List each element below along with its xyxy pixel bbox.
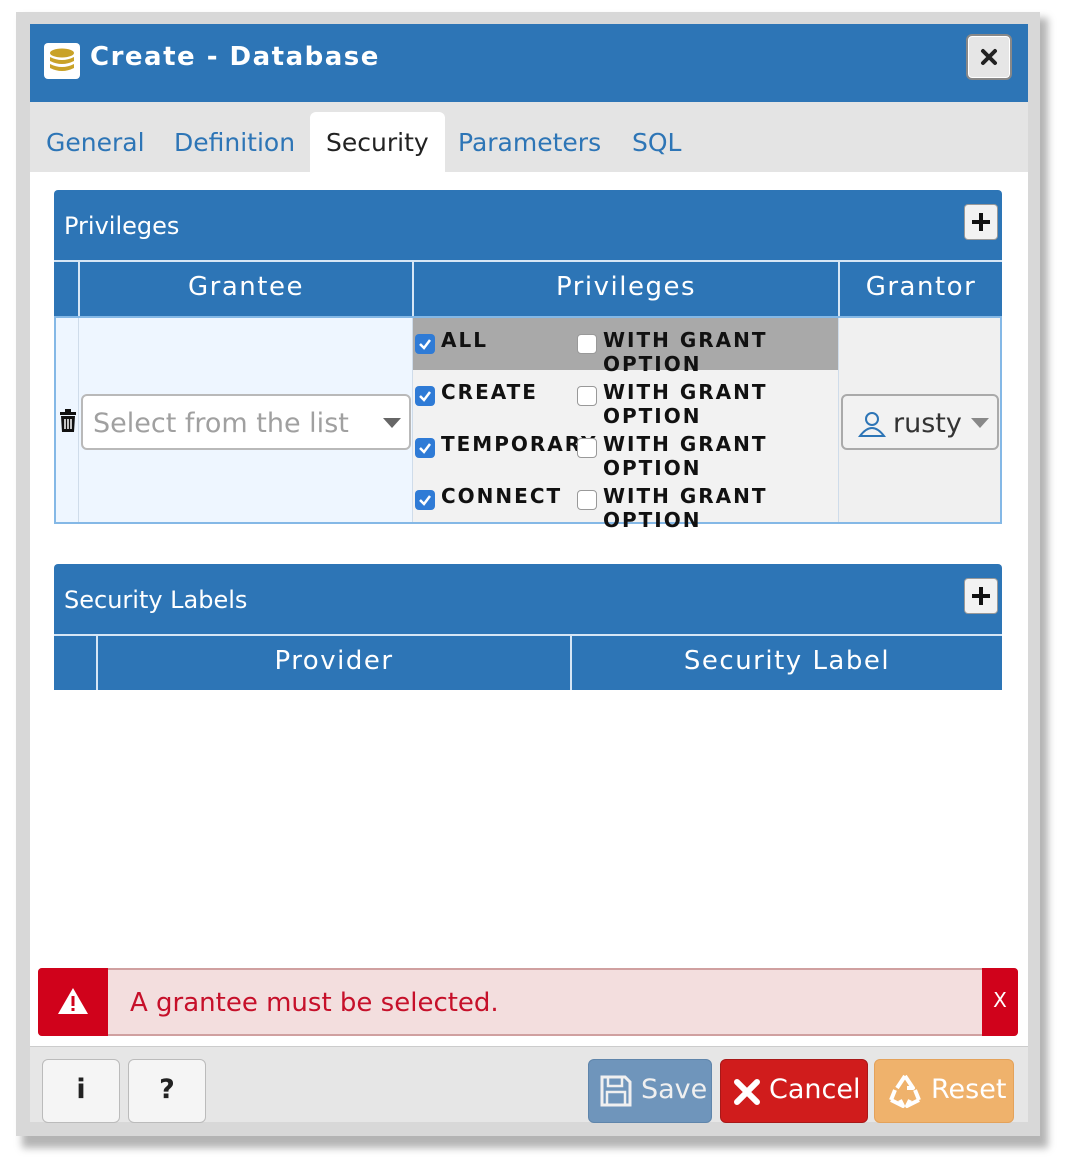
tab-security[interactable]: Security — [310, 112, 445, 172]
user-icon — [857, 410, 887, 445]
dialog-title: Create - Database — [90, 42, 380, 72]
title-bar[interactable]: Create - Database — [30, 24, 1028, 102]
trash-icon[interactable] — [58, 408, 78, 438]
recycle-icon — [885, 1072, 925, 1117]
help-button[interactable]: ? — [128, 1059, 206, 1123]
security-labels-action-column-header — [54, 634, 96, 690]
dialog-content: Create - Database General Definition Sec… — [30, 24, 1028, 1123]
tab-general[interactable]: General — [46, 102, 145, 172]
info-button[interactable]: i — [42, 1059, 120, 1123]
dialog-footer: i ? Save Cancel Reset — [30, 1046, 1028, 1123]
security-labels-panel-header: Security Labels — [54, 564, 1002, 634]
privilege-row: Select from the list ALL WITH GRANT OPTI… — [54, 316, 1002, 532]
privilege-item-connect: CONNECT WITH GRANT OPTION — [413, 474, 838, 532]
provider-column-header: Provider — [96, 634, 570, 690]
privilege-checkbox-all[interactable] — [415, 334, 435, 354]
grant-option-checkbox-create[interactable] — [577, 386, 597, 406]
privileges-panel-title: Privileges — [64, 212, 180, 240]
grantee-cell: Select from the list — [78, 318, 412, 522]
help-icon: ? — [159, 1074, 175, 1105]
alert-message: A grantee must be selected. — [130, 988, 499, 1018]
privilege-checkbox-create[interactable] — [415, 386, 435, 406]
create-database-dialog: Create - Database General Definition Sec… — [16, 12, 1040, 1136]
add-privilege-button[interactable] — [964, 204, 998, 240]
privilege-item-temporary: TEMPORARY WITH GRANT OPTION — [413, 422, 838, 480]
privileges-panel: Privileges Grantee Privileges Grantor Se… — [54, 190, 1002, 532]
caret-down-icon — [971, 418, 989, 428]
x-icon — [733, 1078, 761, 1113]
privilege-checkbox-temporary[interactable] — [415, 438, 435, 458]
privilege-label-all: ALL — [441, 328, 488, 352]
grant-option-label-connect: WITH GRANT OPTION — [603, 484, 768, 532]
grantor-column-header: Grantor — [838, 260, 1002, 316]
privileges-panel-header: Privileges — [54, 190, 1002, 260]
privileges-column-header: Privileges — [412, 260, 838, 316]
grantor-select[interactable]: rusty — [841, 394, 999, 450]
close-button[interactable] — [966, 34, 1012, 80]
cancel-label: Cancel — [769, 1074, 861, 1105]
cancel-button[interactable]: Cancel — [720, 1059, 868, 1123]
save-icon — [599, 1074, 633, 1115]
grant-option-label-temporary: WITH GRANT OPTION — [603, 432, 768, 480]
add-icon — [972, 213, 990, 231]
grant-option-checkbox-all[interactable] — [577, 334, 597, 354]
grantee-select[interactable]: Select from the list — [81, 394, 411, 450]
privileges-action-column-header — [54, 260, 78, 316]
privilege-item-all: ALL WITH GRANT OPTION — [413, 318, 838, 376]
privilege-item-create: CREATE WITH GRANT OPTION — [413, 370, 838, 428]
grant-option-checkbox-temporary[interactable] — [577, 438, 597, 458]
tab-definition[interactable]: Definition — [174, 102, 295, 172]
alert-close-button[interactable]: X — [982, 968, 1018, 1036]
privilege-checkbox-connect[interactable] — [415, 490, 435, 510]
close-icon — [981, 49, 997, 65]
security-labels-panel: Security Labels Provider Security Label — [54, 564, 1002, 694]
tab-bar: General Definition Security Parameters S… — [30, 102, 1028, 172]
caret-down-icon — [383, 418, 401, 428]
reset-button[interactable]: Reset — [874, 1059, 1014, 1123]
privilege-label-temporary: TEMPORARY — [441, 432, 598, 456]
tab-sql[interactable]: SQL — [632, 102, 681, 172]
alert-icon-box — [38, 968, 108, 1036]
privileges-cell: ALL WITH GRANT OPTION CREATE WITH GRANT … — [412, 318, 838, 532]
grant-option-label-all: WITH GRANT OPTION — [603, 328, 768, 376]
grantor-cell: rusty — [838, 318, 1000, 522]
security-labels-panel-title: Security Labels — [64, 586, 248, 614]
grantee-column-header: Grantee — [78, 260, 412, 316]
grantee-placeholder: Select from the list — [93, 408, 349, 439]
save-label: Save — [641, 1074, 708, 1105]
reset-label: Reset — [931, 1074, 1007, 1105]
privilege-label-create: CREATE — [441, 380, 538, 404]
save-button[interactable]: Save — [588, 1059, 712, 1123]
grantor-value: rusty — [893, 408, 962, 439]
privilege-label-connect: CONNECT — [441, 484, 563, 508]
security-label-column-header: Security Label — [570, 634, 1002, 690]
tab-parameters[interactable]: Parameters — [458, 102, 601, 172]
grant-option-label-create: WITH GRANT OPTION — [603, 380, 768, 428]
error-alert: A grantee must be selected. X — [38, 968, 1018, 1036]
database-icon — [44, 43, 80, 79]
add-icon — [972, 587, 990, 605]
add-security-label-button[interactable] — [964, 578, 998, 614]
warning-icon — [58, 988, 88, 1014]
info-icon: i — [76, 1074, 86, 1105]
grant-option-checkbox-connect[interactable] — [577, 490, 597, 510]
